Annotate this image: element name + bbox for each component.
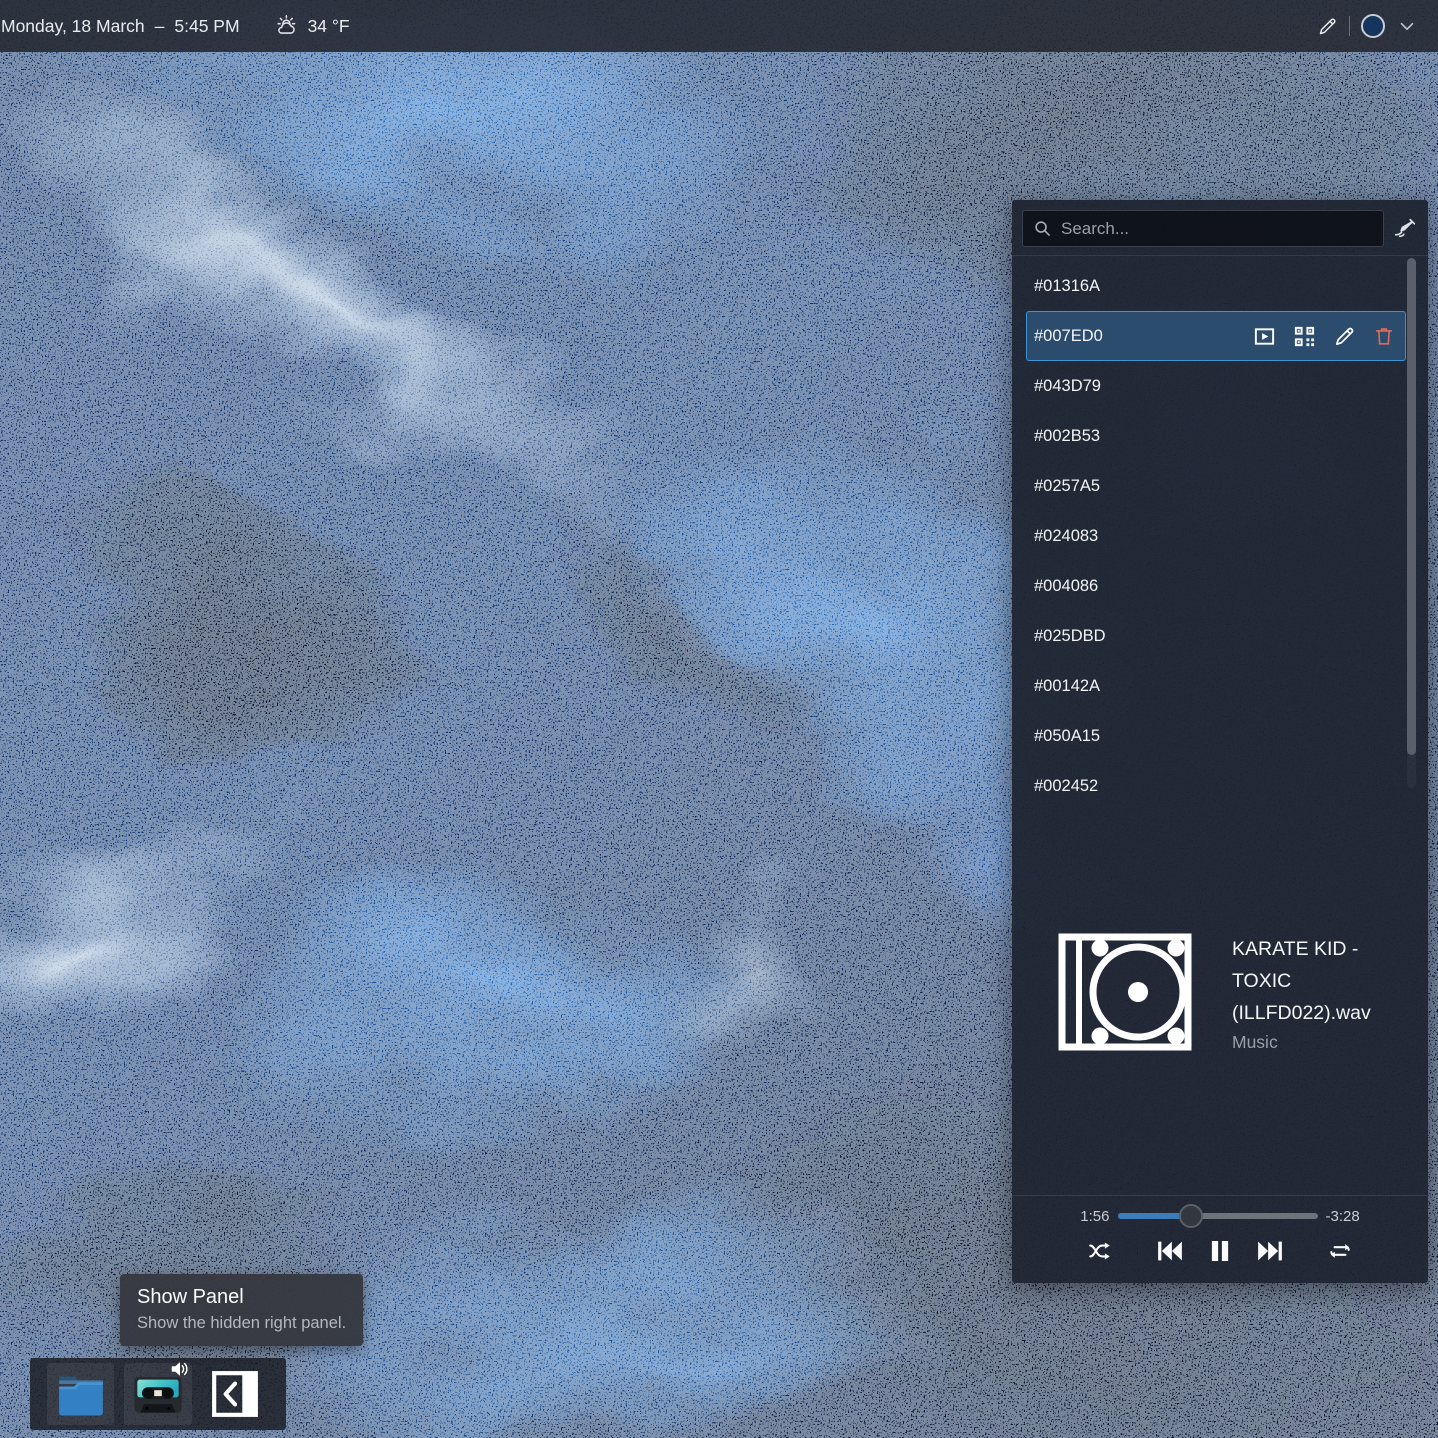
taskbar <box>30 1358 286 1430</box>
system-tray <box>1317 14 1438 38</box>
clipboard-list: #01316A #007ED0 <box>1012 256 1428 791</box>
tooltip-title: Show Panel <box>137 1286 346 1309</box>
show-panel-icon <box>210 1369 260 1419</box>
tray-expand-chevron-down-icon[interactable] <box>1396 15 1418 37</box>
repeat-button[interactable] <box>1325 1234 1355 1268</box>
clipboard-item-text: #043D79 <box>1034 377 1398 396</box>
search-icon <box>1033 219 1052 238</box>
edit-pencil-icon[interactable] <box>1332 324 1356 348</box>
clipboard-item[interactable]: #007ED0 <box>1026 311 1406 361</box>
seek-knob[interactable] <box>1179 1204 1203 1228</box>
qr-code-icon[interactable] <box>1292 324 1316 348</box>
clipboard-item-text: #050A15 <box>1034 727 1398 746</box>
clipboard-item-text: #002452 <box>1034 777 1398 792</box>
show-panel-tooltip: Show Panel Show the hidden right panel. <box>120 1274 363 1346</box>
clipboard-item-text: #01316A <box>1034 277 1398 296</box>
track-title: KARATE KID - TOXIC (ILLFD022).wav <box>1232 933 1414 1029</box>
clipboard-item[interactable]: #01316A <box>1026 261 1406 311</box>
clipboard-item-text: #025DBD <box>1034 627 1398 646</box>
clipboard-item[interactable]: #043D79 <box>1026 361 1406 411</box>
folder-icon <box>53 1369 109 1419</box>
track-metadata: KARATE KID - TOXIC (ILLFD022).wav Music <box>1232 933 1414 1053</box>
clear-history-broom-icon[interactable] <box>1393 216 1418 241</box>
seek-row: 1:56 -3:28 <box>1012 1205 1428 1227</box>
clipboard-item[interactable]: #002452 <box>1026 761 1406 791</box>
clipboard-search-row <box>1012 200 1428 255</box>
clipboard-item[interactable]: #002B53 <box>1026 411 1406 461</box>
date-label: Monday, 18 March <box>1 16 145 37</box>
date-time-separator: – <box>155 16 165 37</box>
player-controls-footer: 1:56 -3:28 <box>1012 1195 1428 1283</box>
clipboard-item-text: #007ED0 <box>1034 327 1252 346</box>
clipboard-item-actions <box>1252 324 1398 348</box>
next-track-button[interactable] <box>1253 1234 1287 1268</box>
taskbar-item-audio-player[interactable] <box>124 1363 191 1425</box>
clipboard-panel: #01316A #007ED0 <box>1012 200 1428 1283</box>
playback-controls <box>1012 1234 1428 1268</box>
digital-clock[interactable]: Monday, 18 March – 5:45 PM <box>0 16 240 37</box>
now-playing-section: KARATE KID - TOXIC (ILLFD022).wav Music <box>1012 933 1428 1053</box>
weather-sun-cloud-icon <box>274 13 301 40</box>
taskbar-item-file-manager[interactable] <box>47 1363 114 1425</box>
clipboard-item[interactable]: #050A15 <box>1026 711 1406 761</box>
taskbar-item-show-panel[interactable] <box>202 1363 269 1425</box>
scrollbar-thumb[interactable] <box>1407 258 1416 755</box>
tooltip-subtitle: Show the hidden right panel. <box>137 1314 346 1333</box>
annotate-pencil-icon[interactable] <box>1317 16 1338 37</box>
elapsed-time-label: 1:56 <box>1080 1208 1109 1225</box>
search-input[interactable] <box>1061 219 1373 239</box>
scrollbar-track[interactable] <box>1407 258 1416 788</box>
shuffle-button[interactable] <box>1085 1234 1115 1268</box>
clipboard-item[interactable]: #00142A <box>1026 661 1406 711</box>
album-art-placeholder-icon <box>1058 933 1192 1051</box>
clipboard-item-text: #004086 <box>1034 577 1398 596</box>
tray-separator <box>1349 16 1350 36</box>
weather-widget[interactable]: 34 °F <box>274 13 350 40</box>
clipboard-item-text: #00142A <box>1034 677 1398 696</box>
color-picker-circle-icon[interactable] <box>1361 14 1385 38</box>
previous-track-button[interactable] <box>1153 1234 1187 1268</box>
temperature-label: 34 °F <box>308 16 350 37</box>
clipboard-item-text: #0257A5 <box>1034 477 1398 496</box>
pause-button[interactable] <box>1205 1234 1235 1268</box>
clipboard-item-text: #002B53 <box>1034 427 1398 446</box>
audio-playing-speaker-icon <box>169 1358 191 1380</box>
remaining-time-label: -3:28 <box>1326 1208 1360 1225</box>
clipboard-item[interactable]: #024083 <box>1026 511 1406 561</box>
clipboard-item[interactable]: #0257A5 <box>1026 461 1406 511</box>
invoke-action-icon[interactable] <box>1252 324 1276 348</box>
seek-slider[interactable] <box>1118 1205 1318 1227</box>
delete-trash-icon[interactable] <box>1372 324 1396 348</box>
time-label: 5:45 PM <box>174 16 239 37</box>
clipboard-item-text: #024083 <box>1034 527 1398 546</box>
clipboard-item[interactable]: #025DBD <box>1026 611 1406 661</box>
track-artist: Music <box>1232 1032 1414 1053</box>
clipboard-item[interactable]: #004086 <box>1026 561 1406 611</box>
top-bar: Monday, 18 March – 5:45 PM 34 °F <box>0 0 1438 52</box>
search-box[interactable] <box>1022 210 1384 247</box>
